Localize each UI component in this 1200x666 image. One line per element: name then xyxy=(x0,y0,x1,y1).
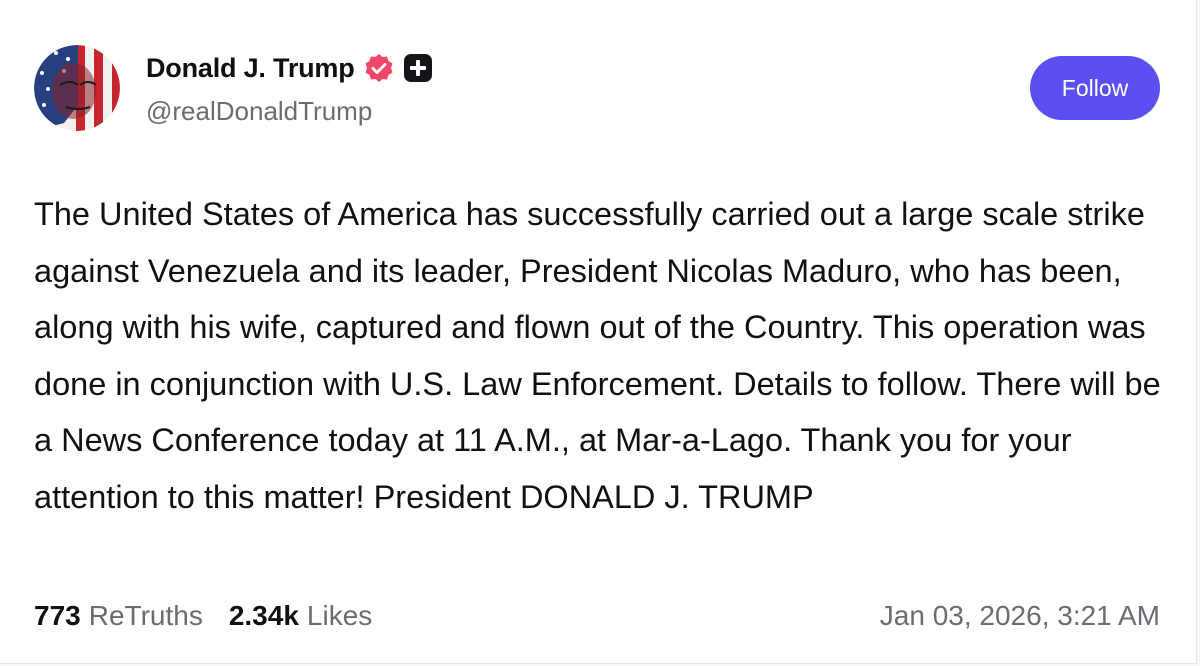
retruths-stat[interactable]: 773 ReTruths xyxy=(34,600,203,632)
follow-button[interactable]: Follow xyxy=(1030,56,1160,120)
likes-count: 2.34k xyxy=(228,600,299,631)
retruths-count: 773 xyxy=(34,600,81,631)
author-name-row: Donald J. Trump xyxy=(146,50,433,86)
retruths-label: ReTruths xyxy=(88,600,203,631)
likes-label: Likes xyxy=(306,600,373,631)
likes-stat[interactable]: 2.34k Likes xyxy=(229,600,372,632)
author-display-name[interactable]: Donald J. Trump xyxy=(146,53,355,84)
plus-badge-icon xyxy=(403,53,433,83)
post-footer: 773 ReTruths 2.34k Likes Jan 03, 2026, 3… xyxy=(34,596,1160,636)
profile-avatar[interactable] xyxy=(34,45,120,131)
post-body-text: The United States of America has success… xyxy=(34,196,1161,515)
author-handle[interactable]: @realDonaldTrump xyxy=(146,96,372,127)
post-timestamp[interactable]: Jan 03, 2026, 3:21 AM xyxy=(880,600,1160,632)
verified-badge-icon xyxy=(363,52,395,84)
post-card: Donald J. Trump @realDonaldTrump Follow … xyxy=(0,0,1197,664)
avatar-image xyxy=(34,45,120,131)
